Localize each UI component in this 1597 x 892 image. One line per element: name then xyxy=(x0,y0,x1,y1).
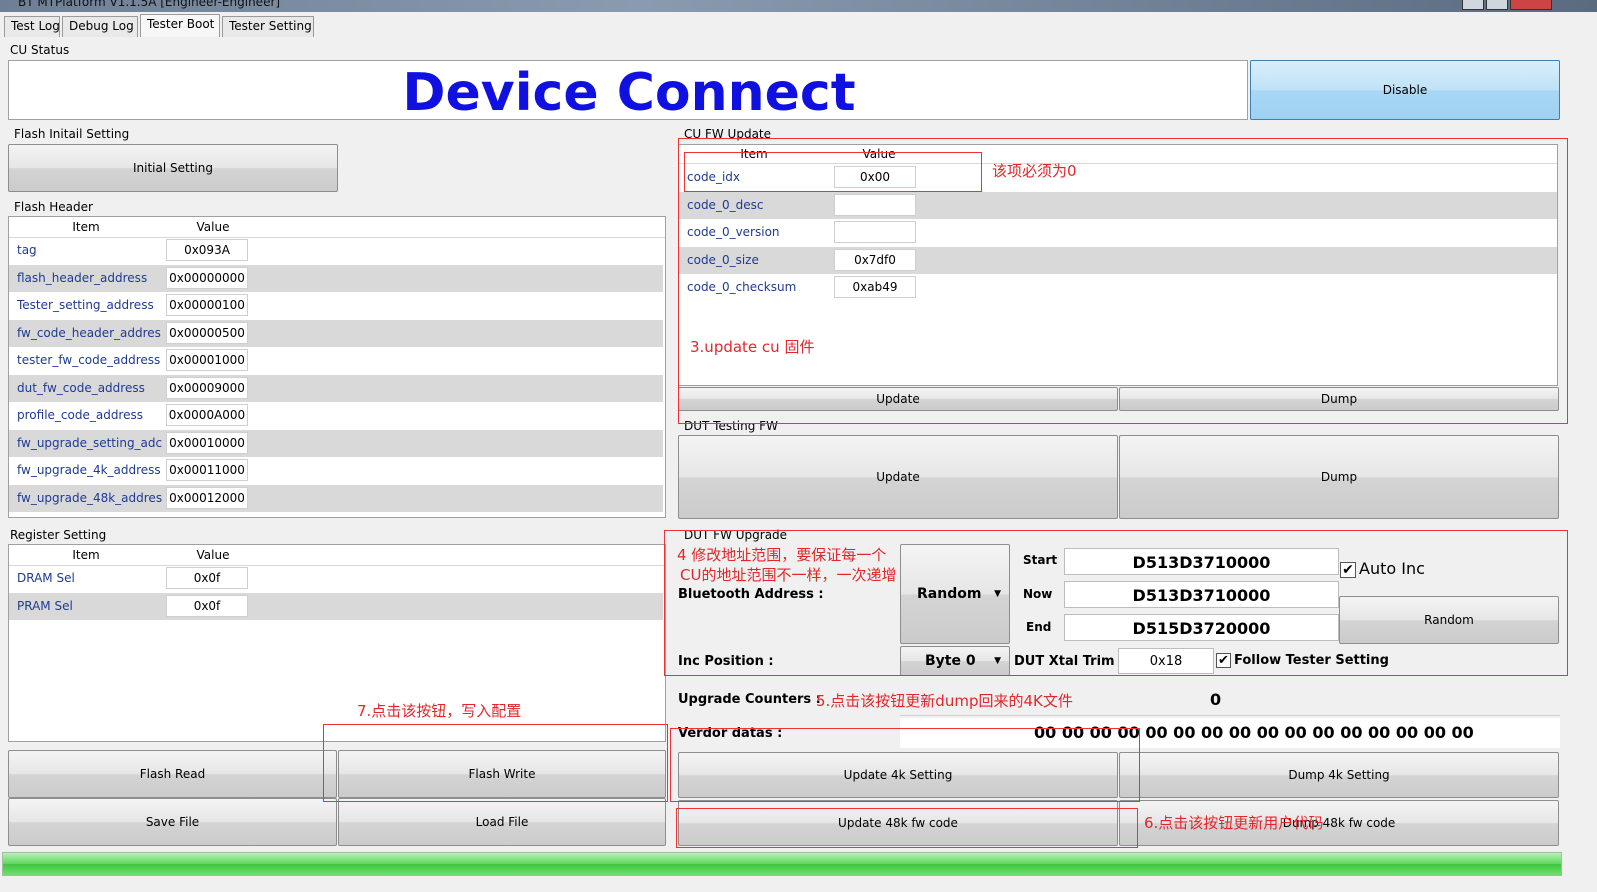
annotation-address-1: 4 修改地址范围，要保证每一个 xyxy=(677,546,887,564)
cu-status-panel: Device Connect xyxy=(8,60,1248,123)
disable-button[interactable]: Disable xyxy=(1250,60,1560,120)
annotation-update-4k: 5.点击该按钮更新dump回来的4K文件 xyxy=(816,692,1073,710)
annotation-box-cu-fw xyxy=(678,138,1568,424)
table-row: fw_code_header_addres 0x00000500 xyxy=(9,319,663,347)
row-key: tag xyxy=(17,243,37,257)
annotation-code-idx: 该项必须为0 xyxy=(992,162,1077,180)
register-table: Item Value DRAM Sel 0x0f PRAM Sel 0x0f xyxy=(8,544,666,742)
annotation-update-48k: 6.点击该按钮更新用户代码 xyxy=(1144,814,1324,832)
row-value-field[interactable]: 0x00010000 xyxy=(166,431,248,454)
dut-testing-dump-button[interactable]: Dump xyxy=(1119,435,1559,519)
window-title: BT MTPlatform V1.1.5A [Engineer-Engineer… xyxy=(18,0,281,9)
row-key: PRAM Sel xyxy=(17,598,73,613)
table-row: fw_upgrade_setting_adc 0x00010000 xyxy=(9,429,663,457)
row-key: fw_upgrade_setting_adc xyxy=(17,435,163,450)
row-key: flash_header_address xyxy=(17,270,148,285)
cu-status-label: CU Status xyxy=(10,43,70,57)
row-value-field[interactable]: 0x00000100 xyxy=(166,294,248,316)
row-key: fw_upgrade_4k_address xyxy=(17,463,161,477)
row-value-field[interactable]: 0x00000500 xyxy=(166,321,248,344)
col-value: Value xyxy=(196,548,230,562)
annotation-box-4k xyxy=(670,728,1140,802)
row-key: dut_fw_code_address xyxy=(17,380,145,395)
flash-header-label: Flash Header xyxy=(14,200,93,214)
row-value-field[interactable]: 0x00001000 xyxy=(166,349,248,371)
title-bar: BT MTPlatform V1.1.5A [Engineer-Engineer… xyxy=(0,0,1597,12)
annotation-box-flash-write xyxy=(323,724,668,802)
annotation-box-48k xyxy=(676,808,1138,848)
maximize-button[interactable] xyxy=(1486,0,1508,10)
upgrade-counters-value: 0 xyxy=(1210,690,1222,709)
row-key: profile_code_address xyxy=(17,408,143,422)
row-key: Tester_setting_address xyxy=(17,298,154,312)
row-key: fw_upgrade_48k_addres xyxy=(17,490,163,505)
flash-read-button[interactable]: Flash Read xyxy=(8,750,337,798)
col-value: Value xyxy=(196,220,230,234)
minimize-button[interactable] xyxy=(1462,0,1484,10)
row-value-field[interactable]: 0x0f xyxy=(166,567,248,589)
row-value-field[interactable]: 0x00011000 xyxy=(166,459,248,481)
row-value-field[interactable]: 0x093A xyxy=(166,239,248,261)
table-row: DRAM Sel 0x0f xyxy=(9,565,663,592)
row-value-field[interactable]: 0x0f xyxy=(166,594,248,617)
table-row: PRAM Sel 0x0f xyxy=(9,592,663,620)
row-value-field[interactable]: 0x00000000 xyxy=(166,266,248,289)
tab-test-log[interactable]: Test Log xyxy=(4,16,60,37)
table-row: flash_header_address 0x00000000 xyxy=(9,264,663,292)
table-row: fw_upgrade_4k_address 0x00011000 xyxy=(9,457,663,484)
row-value-field[interactable]: 0x00009000 xyxy=(166,376,248,399)
table-row: tag 0x093A xyxy=(9,237,663,264)
row-value-field[interactable]: 0x00012000 xyxy=(166,486,248,509)
close-button[interactable] xyxy=(1510,0,1552,10)
save-file-button[interactable]: Save File xyxy=(8,798,337,846)
annotation-address-2: CU的地址范围不一样，一次递增 xyxy=(680,566,897,584)
table-row: profile_code_address 0x0000A000 xyxy=(9,402,663,429)
col-item: Item xyxy=(72,548,100,562)
tab-debug-log[interactable]: Debug Log xyxy=(62,16,138,37)
table-row: fw_upgrade_48k_addres 0x00012000 xyxy=(9,484,663,512)
initial-setting-button[interactable]: Initial Setting xyxy=(8,144,338,192)
annotation-update-cu: 3.update cu 固件 xyxy=(690,338,815,356)
row-key: tester_fw_code_address xyxy=(17,353,161,367)
dump-4k-setting-button[interactable]: Dump 4k Setting xyxy=(1119,752,1559,798)
upgrade-counters-label: Upgrade Counters : xyxy=(678,692,821,707)
table-row: dut_fw_code_address 0x00009000 xyxy=(9,374,663,402)
device-status-text: Device Connect xyxy=(402,63,856,123)
row-key: fw_code_header_addres xyxy=(17,325,161,340)
row-key: DRAM Sel xyxy=(17,571,75,585)
load-file-button[interactable]: Load File xyxy=(338,798,666,846)
flash-header-table: Item Value tag 0x093A flash_header_address… xyxy=(8,216,666,518)
flash-init-label: Flash Initail Setting xyxy=(14,127,130,141)
tab-tester-boot[interactable]: Tester Boot xyxy=(140,14,220,37)
table-row: Tester_setting_address 0x00000100 xyxy=(9,292,663,319)
progress-bar xyxy=(2,852,1562,876)
dut-testing-update-button[interactable]: Update xyxy=(678,435,1118,519)
register-setting-label: Register Setting xyxy=(10,528,107,542)
tab-tester-setting[interactable]: Tester Setting xyxy=(222,16,314,37)
table-row: tester_fw_code_address 0x00001000 xyxy=(9,347,663,374)
annotation-flash-write: 7.点击该按钮，写入配置 xyxy=(357,702,522,720)
table-header: Item Value xyxy=(9,217,665,238)
col-item: Item xyxy=(72,220,100,234)
table-header: Item Value xyxy=(9,545,665,566)
row-value-field[interactable]: 0x0000A000 xyxy=(166,404,248,426)
